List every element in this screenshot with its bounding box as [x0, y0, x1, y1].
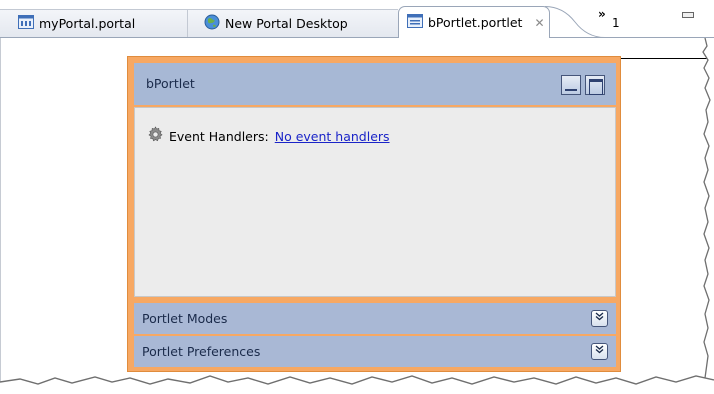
expand-chevron-icon[interactable] — [591, 310, 608, 327]
tab-myportal-portal[interactable]: myPortal.portal — [0, 9, 188, 37]
gear-icon — [147, 126, 164, 146]
no-event-handlers-link[interactable]: No event handlers — [275, 129, 390, 144]
tab-label: bPortlet.portlet — [428, 15, 523, 30]
torn-edge-bottom — [0, 375, 714, 394]
portlet-content: Event Handlers: No event handlers — [134, 107, 616, 297]
portlet-maximize-button[interactable] — [585, 75, 605, 95]
portlet-file-icon — [407, 14, 423, 31]
expand-chevron-icon[interactable] — [591, 343, 608, 360]
event-handlers-row: Event Handlers: No event handlers — [147, 126, 390, 146]
tab-label: myPortal.portal — [39, 16, 136, 31]
portlet-modes-label: Portlet Modes — [142, 311, 228, 326]
close-icon[interactable]: ✕ — [534, 16, 544, 30]
editor-tab-bar: myPortal.portal New Portal Desktop bPort… — [0, 0, 714, 38]
minimize-view-button[interactable] — [682, 12, 694, 18]
portlet-preferences-label: Portlet Preferences — [142, 344, 261, 359]
tab-label: New Portal Desktop — [225, 16, 348, 31]
tab-overflow-count[interactable]: 1 — [612, 16, 620, 30]
tab-new-portal-desktop[interactable]: New Portal Desktop — [188, 9, 398, 37]
portlet-titlebar[interactable]: bPortlet — [134, 63, 616, 105]
portlet-minimize-button[interactable] — [561, 75, 581, 95]
portlet-frame[interactable]: bPortlet Event Handlers: No event handle… — [127, 56, 621, 372]
portlet-modes-section[interactable]: Portlet Modes — [134, 303, 616, 334]
event-handlers-label: Event Handlers: — [169, 128, 269, 144]
tab-bportlet-portlet[interactable]: bPortlet.portlet ✕ — [398, 6, 550, 38]
active-tab-curve — [545, 6, 605, 38]
portlet-title: bPortlet — [146, 76, 195, 91]
globe-icon — [204, 14, 220, 33]
portlet-preferences-section[interactable]: Portlet Preferences — [134, 336, 616, 367]
torn-edge-right — [702, 38, 714, 378]
portal-file-icon — [18, 15, 34, 32]
